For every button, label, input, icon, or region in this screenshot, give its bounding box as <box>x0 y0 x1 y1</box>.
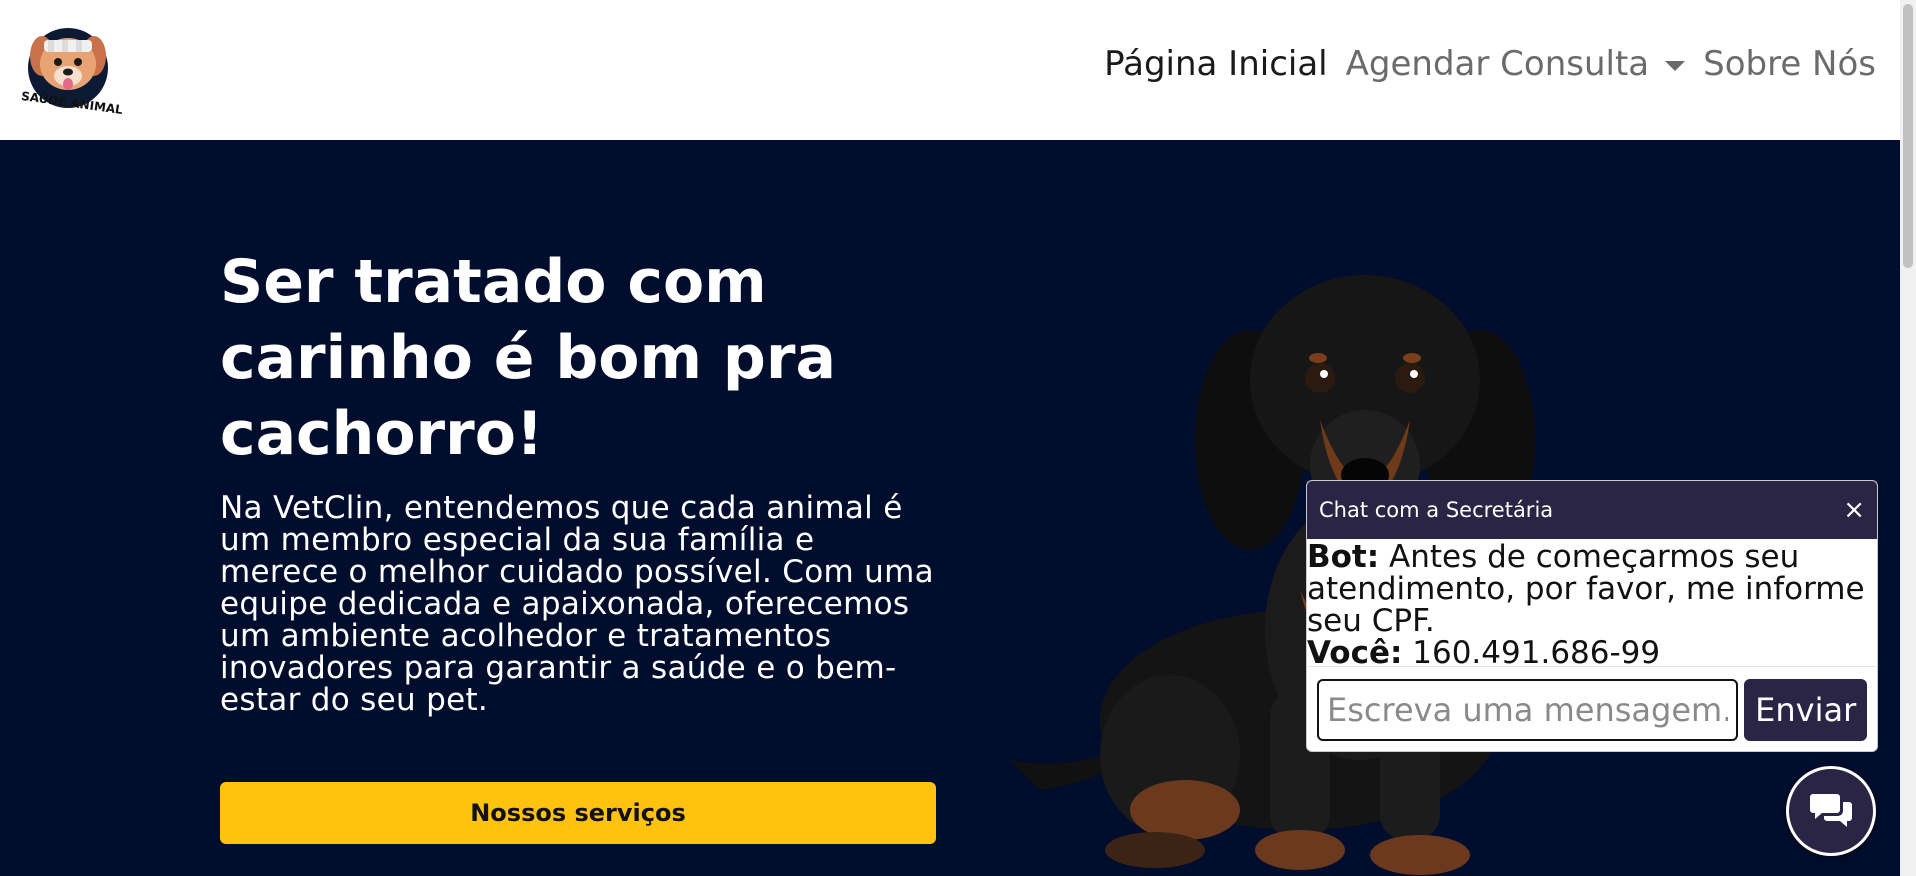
chat-bubbles-icon <box>1810 794 1852 827</box>
nav-schedule-label: Agendar Consulta <box>1345 44 1650 84</box>
message-sender: Você: <box>1307 635 1403 667</box>
chat-message-input[interactable] <box>1317 679 1739 741</box>
hero-title: Ser tratado com carinho é bom pra cachor… <box>220 247 836 469</box>
chat-message: Você: 160.491.686-99 <box>1307 635 1877 667</box>
chat-messages: Bot: Antes de começarmos seu atendimento… <box>1307 539 1877 667</box>
main-nav: Página Inicial Agendar Consulta Sobre Nó… <box>1104 44 1876 84</box>
chat-input-row: Enviar <box>1307 667 1877 751</box>
chat-toggle-button[interactable] <box>1786 766 1876 856</box>
close-icon[interactable]: × <box>1843 495 1865 525</box>
chat-title: Chat com a Secretária <box>1319 498 1554 522</box>
navbar: SAÚDE ANIMAL Página Inicial Agendar Cons… <box>0 0 1900 140</box>
page-scrollbar[interactable] <box>1900 0 1916 876</box>
chat-header: Chat com a Secretária × <box>1307 481 1877 539</box>
hero-description: Na VetClin, entendemos que cada animal é… <box>220 490 934 718</box>
nav-schedule-dropdown[interactable]: Agendar Consulta <box>1345 44 1686 84</box>
message-sender: Bot: <box>1307 539 1380 575</box>
services-button[interactable]: Nossos serviços <box>220 782 936 844</box>
message-text: 160.491.686-99 <box>1412 635 1661 667</box>
caret-down-icon <box>1665 60 1686 71</box>
chat-message: Bot: Antes de começarmos seu atendimento… <box>1307 541 1877 637</box>
send-button[interactable]: Enviar <box>1744 679 1867 741</box>
scrollbar-thumb[interactable] <box>1903 4 1913 268</box>
nav-about-link[interactable]: Sobre Nós <box>1703 44 1876 84</box>
chat-window: Chat com a Secretária × Bot: Antes de co… <box>1306 480 1878 752</box>
message-text: Antes de começarmos seu atendimento, por… <box>1307 539 1865 639</box>
logo[interactable]: SAÚDE ANIMAL <box>18 18 126 122</box>
nav-home-link[interactable]: Página Inicial <box>1104 44 1327 84</box>
